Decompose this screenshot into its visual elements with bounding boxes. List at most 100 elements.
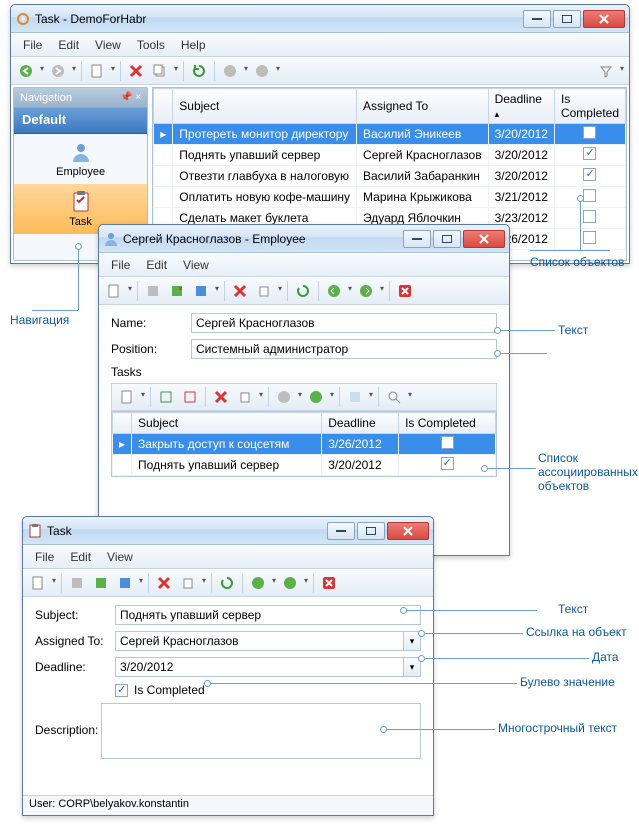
- minimize-button[interactable]: [327, 522, 355, 540]
- emp-titlebar[interactable]: Сергей Красноглазов - Employee: [99, 225, 509, 253]
- back-button[interactable]: [15, 60, 45, 82]
- prev-button[interactable]: [323, 280, 353, 302]
- anno-text: Текст: [558, 323, 588, 337]
- anno-bool: Булево значение: [520, 675, 615, 689]
- search-button[interactable]: [383, 386, 413, 408]
- emp-toolbar: [99, 277, 509, 305]
- nav-item-label: Task: [69, 216, 92, 228]
- close-red-button[interactable]: [394, 280, 416, 302]
- filter-button[interactable]: [595, 60, 625, 82]
- position-input[interactable]: [191, 339, 497, 359]
- table-row[interactable]: Поднять упавший серверСергей Красноглазо…: [154, 145, 626, 166]
- menu-edit[interactable]: Edit: [138, 256, 175, 274]
- deadline-input[interactable]: [115, 657, 403, 677]
- clipboard-icon: [69, 190, 93, 214]
- menu-view[interactable]: View: [87, 36, 129, 54]
- description-textarea[interactable]: [101, 703, 421, 759]
- save-as-button[interactable]: [114, 572, 144, 594]
- anno-text2: Текст: [558, 602, 588, 616]
- refresh-button[interactable]: [216, 572, 238, 594]
- save-as-button[interactable]: [190, 280, 220, 302]
- copy-button[interactable]: [253, 280, 283, 302]
- table-row[interactable]: ▸Протереть монитор директоруВасилий Эник…: [154, 124, 626, 145]
- minimize-button[interactable]: [523, 10, 551, 28]
- export-button[interactable]: [344, 386, 374, 408]
- task-title: Task: [47, 524, 327, 538]
- table-row[interactable]: Отвезти главбуха в налоговуюВасилий Заба…: [154, 166, 626, 187]
- emp-tasks-grid[interactable]: Subject Deadline Is Completed ▸Закрыть д…: [111, 411, 497, 477]
- save-button[interactable]: [142, 280, 164, 302]
- refresh-button[interactable]: [292, 280, 314, 302]
- main-toolbar: [11, 57, 629, 85]
- menu-tools[interactable]: Tools: [129, 36, 173, 54]
- menu-file[interactable]: File: [27, 548, 62, 566]
- anno-assoc-list: Список ассоциированных объектов: [538, 452, 638, 493]
- menu-file[interactable]: File: [15, 36, 50, 54]
- completed-label: Is Completed: [134, 683, 205, 697]
- menu-edit[interactable]: Edit: [62, 548, 99, 566]
- deadline-label: Deadline:: [35, 660, 115, 674]
- save-button[interactable]: [66, 572, 88, 594]
- maximize-button[interactable]: [357, 522, 385, 540]
- emp-subtoolbar: [111, 383, 497, 411]
- table-row[interactable]: Поднять упавший сервер3/20/2012: [113, 455, 496, 476]
- next-button[interactable]: [279, 572, 309, 594]
- pin-icon[interactable]: 📌 ×: [120, 92, 141, 103]
- col-deadline[interactable]: Deadline ▴: [488, 89, 554, 124]
- minimize-button[interactable]: [403, 230, 431, 248]
- save-close-button[interactable]: [90, 572, 112, 594]
- copy-button[interactable]: [234, 386, 264, 408]
- close-red-button[interactable]: [318, 572, 340, 594]
- completed-checkbox[interactable]: [115, 684, 128, 697]
- menu-view[interactable]: View: [175, 256, 217, 274]
- copy-button[interactable]: [177, 572, 207, 594]
- delete-button[interactable]: [153, 572, 175, 594]
- maximize-button[interactable]: [553, 10, 581, 28]
- link-button[interactable]: [155, 386, 177, 408]
- delete-button[interactable]: [229, 280, 251, 302]
- nav-default[interactable]: Default: [14, 108, 147, 134]
- nav-header: Navigation 📌 ×: [14, 88, 147, 108]
- close-button[interactable]: [387, 522, 429, 540]
- next-button[interactable]: [355, 280, 385, 302]
- prev-button[interactable]: [247, 572, 277, 594]
- main-titlebar[interactable]: Task - DemoForHabr: [11, 5, 629, 33]
- subject-input[interactable]: [115, 605, 421, 625]
- next-button[interactable]: [251, 60, 281, 82]
- col-subject[interactable]: Subject: [173, 89, 357, 124]
- col-assigned[interactable]: Assigned To: [357, 89, 489, 124]
- subject-label: Subject:: [35, 608, 115, 622]
- new-button[interactable]: [27, 572, 57, 594]
- assigned-label: Assigned To:: [35, 634, 115, 648]
- menu-help[interactable]: Help: [173, 36, 214, 54]
- new-button[interactable]: [86, 60, 116, 82]
- copy-button[interactable]: [149, 60, 179, 82]
- close-button[interactable]: [463, 230, 505, 248]
- new-button[interactable]: [116, 386, 146, 408]
- task-titlebar[interactable]: Task: [23, 517, 433, 545]
- delete-button[interactable]: [210, 386, 232, 408]
- table-row[interactable]: ▸Закрыть доступ к соцсетям3/26/2012: [113, 434, 496, 455]
- prev-button[interactable]: [219, 60, 249, 82]
- maximize-button[interactable]: [433, 230, 461, 248]
- col-completed[interactable]: Is Completed: [554, 89, 625, 124]
- forward-button[interactable]: [47, 60, 77, 82]
- close-button[interactable]: [583, 10, 625, 28]
- nav-item-employee[interactable]: Employee: [14, 134, 147, 184]
- nav-item-label: Employee: [56, 166, 105, 178]
- menu-edit[interactable]: Edit: [50, 36, 87, 54]
- menu-view[interactable]: View: [99, 548, 141, 566]
- assigned-input[interactable]: [115, 631, 403, 651]
- new-button[interactable]: [103, 280, 133, 302]
- menu-file[interactable]: File: [103, 256, 138, 274]
- main-title: Task - DemoForHabr: [35, 12, 523, 26]
- user-icon: [103, 231, 119, 247]
- name-input[interactable]: [191, 313, 497, 333]
- next-button[interactable]: [305, 386, 335, 408]
- table-row[interactable]: Оплатить новую кофе-машинуМарина Крыжико…: [154, 187, 626, 208]
- refresh-button[interactable]: [188, 60, 210, 82]
- unlink-button[interactable]: [179, 386, 201, 408]
- delete-button[interactable]: [125, 60, 147, 82]
- prev-button[interactable]: [273, 386, 303, 408]
- save-close-button[interactable]: [166, 280, 188, 302]
